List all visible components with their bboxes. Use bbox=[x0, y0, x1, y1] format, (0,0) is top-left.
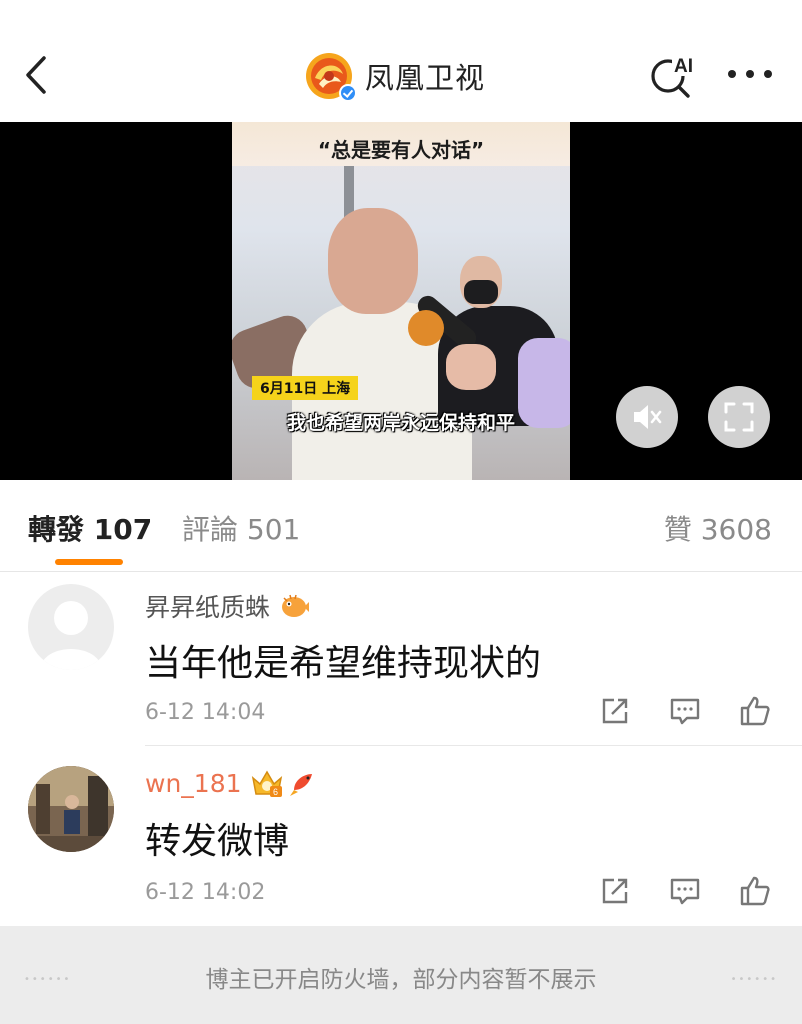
ai-badge-text: AI bbox=[674, 56, 693, 77]
comment-username[interactable]: 昇昇纸质蛛 bbox=[145, 588, 270, 624]
tab-comments-label: 評論 bbox=[182, 513, 239, 546]
ai-search-icon[interactable]: AI bbox=[646, 50, 698, 102]
fullscreen-icon bbox=[724, 402, 754, 432]
video-caption-bottom: 我也希望两岸永远保持和平 bbox=[286, 412, 515, 434]
video-scene-hand bbox=[446, 344, 496, 390]
tab-repost-count: 107 bbox=[93, 513, 153, 546]
share-icon[interactable] bbox=[598, 874, 632, 908]
koi-fish-badge-icon bbox=[289, 774, 312, 796]
decorative-dots-right: •••••• bbox=[730, 974, 778, 985]
comment-actions bbox=[598, 874, 772, 908]
list-item: 昇昇纸质蛛 当年他是希望维持现状的 6-12 14:04 bbox=[0, 572, 802, 747]
tab-likes[interactable]: 贊 3608 bbox=[664, 508, 772, 548]
comment-username-row[interactable]: wn_181 6 bbox=[145, 768, 318, 798]
default-avatar-icon bbox=[40, 601, 102, 670]
list-item: wn_181 6 转发微博 6-12 14:02 bbox=[0, 750, 802, 926]
top-nav-bar: 凤凰卫视 AI bbox=[0, 0, 802, 122]
video-scene-microphone-logo bbox=[408, 310, 444, 346]
tab-repost[interactable]: 轉發 107 bbox=[28, 508, 152, 548]
comment-time: 6-12 14:04 bbox=[145, 700, 266, 725]
account-avatar[interactable] bbox=[305, 52, 357, 102]
firewall-notice-text: 博主已开启防火墙，部分内容暂不展示 bbox=[205, 967, 597, 993]
more-icon[interactable] bbox=[726, 62, 774, 86]
tab-likes-count: 3608 bbox=[700, 513, 772, 546]
comment-icon[interactable] bbox=[668, 694, 702, 728]
pufferfish-badge-icon bbox=[282, 594, 310, 617]
video-scene-face-mask bbox=[464, 280, 498, 304]
like-icon[interactable] bbox=[738, 874, 772, 908]
svg-text:6: 6 bbox=[273, 787, 278, 797]
comment-time: 6-12 14:02 bbox=[145, 880, 266, 905]
comment-text: 转发微博 bbox=[145, 821, 290, 862]
back-arrow-icon[interactable] bbox=[18, 50, 58, 100]
video-player[interactable]: “总是要有人对话” 6月11日 上海 我也希望两岸永远保持和平 bbox=[0, 122, 802, 480]
tab-comments-count: 501 bbox=[246, 513, 301, 546]
comment-username-row[interactable]: 昇昇纸质蛛 bbox=[145, 588, 310, 624]
comment-divider bbox=[145, 745, 802, 746]
comment-username[interactable]: wn_181 bbox=[145, 769, 242, 798]
account-header[interactable]: 凤凰卫视 bbox=[305, 50, 485, 102]
video-frame[interactable]: “总是要有人对话” 6月11日 上海 我也希望两岸永远保持和平 bbox=[232, 122, 570, 480]
share-icon[interactable] bbox=[598, 694, 632, 728]
video-caption-top: “总是要有人对话” bbox=[317, 138, 485, 162]
like-icon[interactable] bbox=[738, 694, 772, 728]
vip-crown-badge-icon: 6 bbox=[251, 770, 282, 797]
tab-comments[interactable]: 評論 501 bbox=[182, 508, 300, 548]
firewall-notice-bar: •••••• 博主已开启防火墙，部分内容暂不展示 •••••• bbox=[0, 926, 802, 1024]
comment-actions bbox=[598, 694, 772, 728]
video-scene-person-head bbox=[328, 208, 418, 314]
avatar[interactable] bbox=[28, 584, 114, 670]
video-date-tag: 6月11日 上海 bbox=[252, 376, 359, 400]
user-photo-avatar bbox=[28, 766, 114, 852]
verified-badge-icon bbox=[339, 84, 357, 102]
account-name[interactable]: 凤凰卫视 bbox=[365, 55, 485, 97]
comment-text: 当年他是希望维持现状的 bbox=[145, 643, 542, 684]
comment-icon[interactable] bbox=[668, 874, 702, 908]
avatar[interactable] bbox=[28, 766, 114, 852]
fullscreen-button[interactable] bbox=[708, 386, 770, 448]
interaction-tabs: 轉發 107 評論 501 贊 3608 bbox=[0, 480, 802, 572]
mute-icon bbox=[634, 405, 662, 429]
active-tab-indicator bbox=[55, 559, 123, 565]
tab-likes-label: 贊 bbox=[663, 513, 692, 546]
tab-repost-label: 轉發 bbox=[28, 513, 85, 546]
mute-button[interactable] bbox=[616, 386, 678, 448]
